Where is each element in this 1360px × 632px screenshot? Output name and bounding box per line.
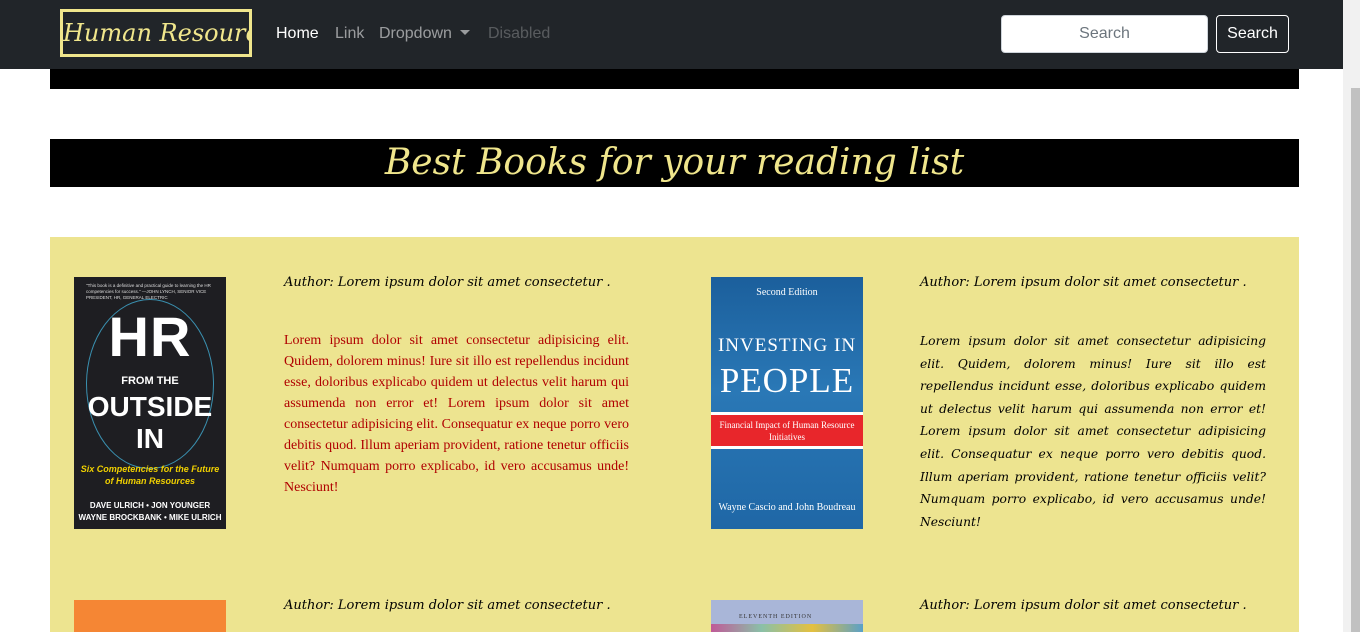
- cover-artwork: [711, 624, 863, 632]
- book-description: Lorem ipsum dolor sit amet consectetur a…: [284, 333, 629, 495]
- book-author: Author: Lorem ipsum dolor sit amet conse…: [920, 598, 1247, 613]
- cover-edition: Second Edition: [756, 287, 818, 298]
- book-cover-eleventh-edition: ELEVENTH EDITION: [711, 600, 863, 632]
- navbar: Human Resource Home Link Dropdown Disabl…: [0, 0, 1343, 69]
- cover-title-in: IN: [136, 423, 164, 454]
- nav-link-home[interactable]: Home: [276, 24, 319, 44]
- search-input[interactable]: [1001, 15, 1208, 53]
- caret-down-icon: [459, 30, 470, 35]
- cover-title-hr: HR: [108, 305, 192, 368]
- books-grid: "This book is a definitive and practical…: [50, 237, 1299, 632]
- section-title-bar: Best Books for your reading list: [50, 139, 1299, 187]
- black-banner-strip: [50, 69, 1299, 89]
- cover-title-outside: OUTSIDE: [87, 391, 213, 422]
- section-title: Best Books for your reading list: [384, 142, 965, 183]
- nav-dropdown-toggle[interactable]: Dropdown: [379, 24, 470, 44]
- cover-subtitle: Financial Impact of Human Resource Initi…: [711, 412, 863, 449]
- cover-edition: ELEVENTH EDITION: [739, 614, 813, 620]
- book-cover-investing-in-people: Second Edition INVESTING IN PEOPLE Finan…: [711, 277, 863, 529]
- brand-logo[interactable]: Human Resource: [60, 9, 252, 57]
- cover-title-people: PEOPLE: [719, 361, 855, 400]
- book-cover-orange: [74, 600, 226, 632]
- page-scrollbar-thumb[interactable]: [1351, 88, 1360, 632]
- book-cover-hr-from-the-outside-in: "This book is a definitive and practical…: [74, 277, 226, 529]
- book-author: Author: Lorem ipsum dolor sit amet conse…: [284, 275, 611, 290]
- cover-title-from-the: FROM THE: [121, 375, 179, 387]
- search-button[interactable]: Search: [1216, 15, 1289, 53]
- nav-link-link[interactable]: Link: [335, 24, 364, 44]
- book-author: Author: Lorem ipsum dolor sit amet conse…: [920, 275, 1247, 290]
- cover-subtitle: Six Competencies for the Future of Human…: [80, 464, 220, 486]
- cover-authors: DAVE ULRICH • JON YOUNGER WAYNE BROCKBAN…: [78, 501, 222, 522]
- cover-title-investing-in: INVESTING IN: [717, 335, 857, 356]
- nav-link-disabled: Disabled: [488, 25, 551, 42]
- cover-authors: Wayne Cascio and John Boudreau: [718, 502, 856, 513]
- nav-dropdown-label: Dropdown: [379, 25, 452, 42]
- book-description: Lorem ipsum dolor sit amet consectetur a…: [920, 334, 1266, 529]
- book-author: Author: Lorem ipsum dolor sit amet conse…: [284, 598, 611, 613]
